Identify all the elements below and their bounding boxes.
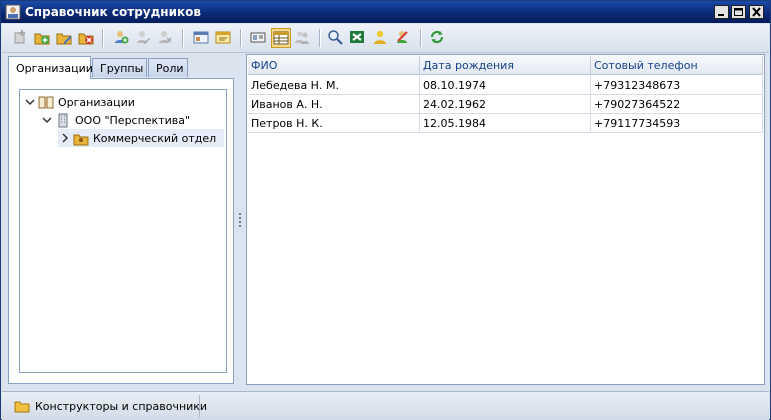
refresh-icon [430, 30, 444, 44]
id-card-icon [250, 32, 266, 43]
tree-node-label: ООО "Перспектива" [75, 114, 191, 127]
constructors-button[interactable]: Конструкторы и справочники [6, 395, 207, 417]
table-row[interactable]: Петров Н. К. 12.05.1984 +79117734593 [248, 114, 763, 133]
excel-icon [350, 31, 364, 43]
toolbar [2, 24, 769, 53]
chevron-right-icon[interactable] [59, 132, 71, 144]
folder-delete-button[interactable] [77, 28, 97, 48]
tab-groups[interactable]: Группы [92, 58, 147, 77]
tab-label: Группы [100, 62, 144, 75]
tree-node-label: Коммерческий отдел [93, 132, 217, 145]
users-disabled-button[interactable] [293, 28, 313, 48]
card-icon [193, 31, 209, 44]
left-panel: Организации Группы Роли Организации ООО … [8, 56, 234, 386]
tab-label: Роли [156, 62, 184, 75]
minimize-icon [718, 14, 724, 16]
user-yellow-icon [374, 30, 386, 44]
search-icon [328, 30, 343, 45]
tree-node-label: Организации [58, 96, 135, 109]
excel-export-button[interactable] [348, 28, 368, 48]
folder-edit-button[interactable] [55, 28, 75, 48]
book-icon [38, 96, 54, 109]
user-yellow-button[interactable] [371, 28, 391, 48]
status-bar: Конструкторы и справочники [2, 391, 769, 420]
maximize-button[interactable] [731, 5, 746, 19]
constructors-label: Конструкторы и справочники [35, 400, 208, 413]
cell-birthdate: 08.10.1974 [420, 76, 591, 95]
close-icon [752, 7, 761, 17]
window-title: Справочник сотрудников [25, 5, 201, 19]
table-row[interactable]: Лебедева Н. М. 08.10.1974 +79312348673 [248, 76, 763, 95]
chevron-down-icon[interactable] [24, 96, 36, 108]
tree-node-organizations[interactable]: Организации [22, 93, 222, 111]
user-remove-icon [397, 31, 408, 43]
user-edit-disabled-icon [137, 31, 150, 44]
panel-splitter[interactable] [238, 211, 242, 231]
organization-tree: Организации ООО "Перспектива" Коммерческ… [19, 89, 227, 373]
minimize-button[interactable] [714, 5, 729, 19]
table-row[interactable]: Иванов А. Н. 24.02.1962 +79027364522 [248, 95, 763, 114]
app-icon [5, 4, 21, 20]
folder-add-icon [34, 33, 50, 45]
card-button[interactable] [192, 28, 212, 48]
refresh-button[interactable] [428, 28, 448, 48]
users-disabled-icon [295, 31, 309, 44]
tab-content: Организации ООО "Перспектива" Коммерческ… [8, 78, 234, 384]
card-yellow-icon [215, 31, 231, 44]
user-remove-button[interactable] [393, 28, 413, 48]
grid-view-button[interactable] [271, 28, 291, 48]
tab-label: Организации [16, 62, 93, 75]
close-button[interactable] [749, 5, 764, 19]
folder-edit-icon [56, 33, 72, 45]
column-header-name[interactable]: ФИО [248, 56, 420, 75]
chevron-down-icon[interactable] [41, 114, 53, 126]
cell-birthdate: 24.02.1962 [420, 95, 591, 114]
folder-delete-icon [78, 33, 94, 45]
user-delete-disabled-button[interactable] [156, 28, 176, 48]
search-button[interactable] [326, 28, 346, 48]
employee-grid-panel: ФИО Дата рождения Сотовый телефон Лебеде… [246, 54, 765, 385]
folder-add-button[interactable] [33, 28, 53, 48]
maximize-icon [734, 8, 743, 16]
cell-phone: +79312348673 [591, 76, 763, 95]
cell-name: Лебедева Н. М. [248, 76, 420, 95]
cell-name: Иванов А. Н. [248, 95, 420, 114]
tree-node-company[interactable]: ООО "Перспектива" [22, 111, 222, 129]
tab-organizations[interactable]: Организации [8, 56, 93, 79]
id-card-button[interactable] [249, 28, 269, 48]
building-icon [58, 113, 68, 128]
cell-name: Петров Н. К. [248, 114, 420, 133]
department-icon [73, 134, 89, 146]
user-edit-disabled-button[interactable] [134, 28, 154, 48]
user-delete-disabled-icon [159, 31, 172, 43]
add-disabled-icon [14, 30, 25, 44]
add-disabled-button[interactable] [11, 28, 31, 48]
grid-view-icon [273, 31, 289, 45]
folder-icon [14, 401, 30, 413]
cell-birthdate: 12.05.1984 [420, 114, 591, 133]
column-header-birthdate[interactable]: Дата рождения [420, 56, 591, 75]
tab-strip: Организации Группы Роли [8, 56, 234, 79]
grid-header: ФИО Дата рождения Сотовый телефон [248, 56, 763, 75]
user-add-button[interactable] [112, 28, 132, 48]
cell-phone: +79117734593 [591, 114, 763, 133]
title-bar[interactable]: Справочник сотрудников [1, 1, 770, 23]
main-window: Справочник сотрудников Организации Групп… [0, 0, 771, 420]
user-add-icon [115, 31, 129, 44]
tab-roles[interactable]: Роли [148, 58, 188, 77]
tree-node-department[interactable]: Коммерческий отдел [58, 129, 224, 147]
column-header-phone[interactable]: Сотовый телефон [591, 56, 763, 75]
card-yellow-button[interactable] [214, 28, 234, 48]
cell-phone: +79027364522 [591, 95, 763, 114]
